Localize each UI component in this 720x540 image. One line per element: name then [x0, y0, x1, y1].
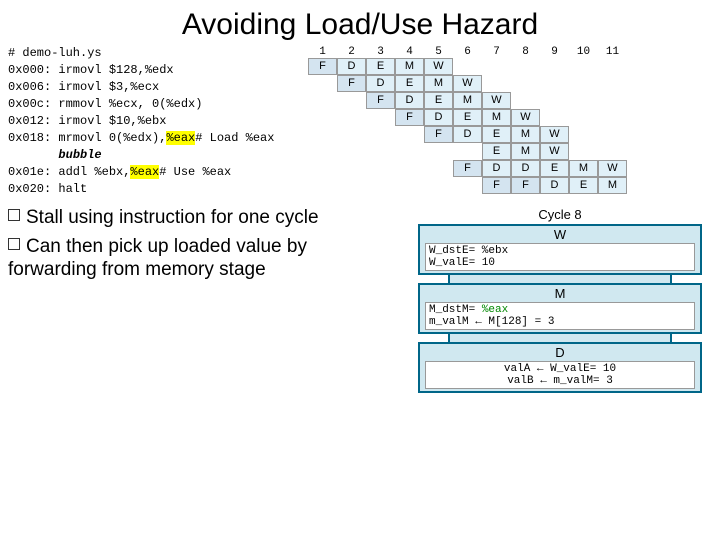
bullet-icon — [8, 209, 20, 221]
code-pipeline-area: # demo-luh.ys 0x000: irmovl $128,%edx0x0… — [8, 46, 712, 199]
bullet-icon — [8, 238, 20, 250]
stage-m: M M_dstM= %eaxm_valM ← M[128] = 3 — [418, 283, 702, 334]
cycle-diagram: Cycle 8 W W_dstE= %ebxW_valE= 10 M M_dst… — [408, 207, 712, 393]
pipeline-grid: 1234567891011FDEMWFDEMWFDEMWFDEMWFDEMWEM… — [308, 46, 627, 194]
stage-d: D valA ← W_valE= 10valB ← m_valM= 3 — [418, 342, 702, 393]
page-title: Avoiding Load/Use Hazard — [8, 8, 712, 42]
cycle-label: Cycle 8 — [408, 207, 712, 222]
bullet-list: Stall using instruction for one cycle Ca… — [8, 207, 358, 393]
stage-w: W W_dstE= %ebxW_valE= 10 — [418, 224, 702, 275]
